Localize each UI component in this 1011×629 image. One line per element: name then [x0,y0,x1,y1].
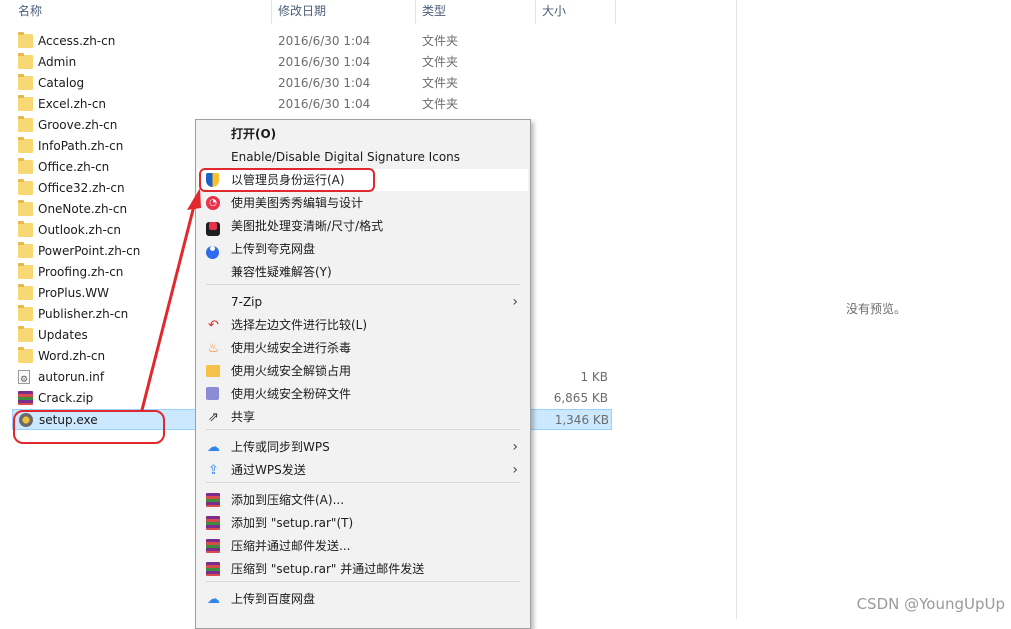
annotation-arrow [140,188,201,412]
watermark: CSDN @YoungUpUp [856,595,1005,613]
